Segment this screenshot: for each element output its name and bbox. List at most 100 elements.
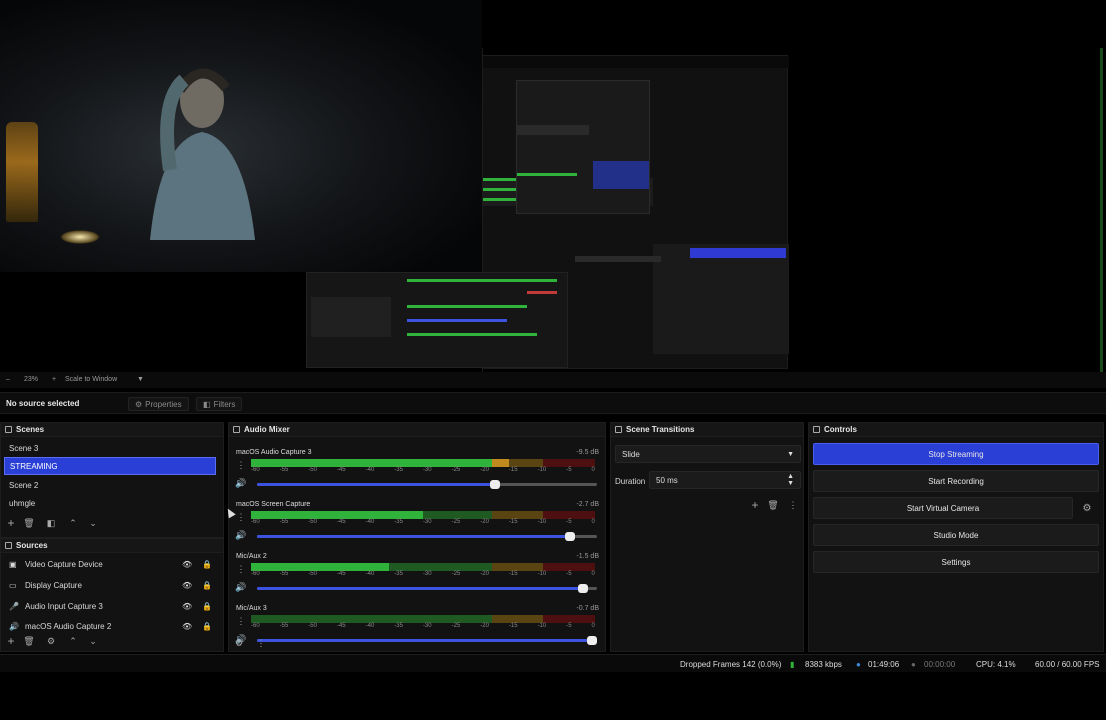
tick-label: -20 <box>480 467 489 473</box>
dropped-frames: Dropped Frames 142 (0.0%) <box>680 660 782 669</box>
channel-menu-icon[interactable]: ⋮ <box>235 563 247 575</box>
move-up-icon[interactable]: ⌃ <box>67 635 79 647</box>
volume-slider[interactable] <box>257 584 597 593</box>
mixer-channel: Mic/Aux 3 -0.7 dB ⋮ -60 -55 -50 -45 -40 -35 -30 -2… <box>235 605 599 653</box>
chevron-down-icon[interactable]: ▼ <box>137 376 144 383</box>
meter-ticks: -60 -55 -50 -45 -40 -35 -30 -25 -20 -15 -10 -5 0 <box>251 571 595 577</box>
level-meter <box>251 563 595 571</box>
scene-item[interactable]: uhmgle <box>4 494 216 512</box>
filters-button[interactable]: ◧ Filters <box>196 397 243 411</box>
properties-button[interactable]: ⚙ Properties <box>128 397 189 411</box>
scene-item[interactable]: Scene 3 <box>4 439 216 457</box>
duration-label: Duration <box>615 477 646 486</box>
volume-slider[interactable] <box>257 480 597 489</box>
stop-streaming-button[interactable]: Stop Streaming <box>813 443 1099 465</box>
eye-icon[interactable]: 👁 <box>182 622 192 631</box>
move-down-icon[interactable]: ⌄ <box>87 635 99 647</box>
channel-menu-icon[interactable]: ⋮ <box>235 511 247 523</box>
slider-knob[interactable] <box>587 636 597 645</box>
filter-scene-icon[interactable]: ◧ <box>45 517 57 529</box>
mixer-settings-icon[interactable]: ⚙ <box>233 637 245 649</box>
record-time: 00:00:00 <box>924 660 956 669</box>
slider-knob[interactable] <box>578 584 589 593</box>
audio-mixer-title: Audio Mixer <box>244 425 290 434</box>
gear-icon[interactable]: ⚙ <box>45 635 57 647</box>
signal-icon: ▮ <box>790 660 795 669</box>
scene-item[interactable]: Scene 2 <box>4 476 216 494</box>
level-meter <box>251 459 595 467</box>
stream-time: 01:49:06 <box>868 660 900 669</box>
audio-mixer-header: Audio Mixer <box>229 423 605 437</box>
person-figure <box>150 68 255 240</box>
tick-label: 0 <box>591 623 595 629</box>
meter-zone <box>251 615 492 623</box>
tick-label: -40 <box>365 467 375 473</box>
channel-menu-icon[interactable]: ⋮ <box>235 459 247 471</box>
tick-label: -50 <box>308 571 317 577</box>
meter-level <box>251 563 389 571</box>
move-up-icon[interactable]: ⌃ <box>67 517 79 529</box>
transition-menu-icon[interactable]: ⋮ <box>787 499 799 511</box>
tick-label: -35 <box>394 623 403 629</box>
tick-label: -35 <box>394 571 403 577</box>
add-source-button[interactable]: + <box>5 634 17 648</box>
webcam-feed <box>0 0 482 272</box>
tick-label: -60 <box>251 571 260 577</box>
source-toolbar: No source selected ⚙ Properties ◧ Filter… <box>0 392 1106 414</box>
transition-select[interactable]: Slide ▼ <box>615 445 801 463</box>
scale-mode-select[interactable]: Scale to Window <box>65 376 117 383</box>
meter-ticks: -60 -55 -50 -45 -40 -35 -30 -25 -20 -15 -10 -5 0 <box>251 519 595 525</box>
speaker-icon[interactable]: 🔊 <box>235 529 247 541</box>
eye-icon[interactable]: 👁 <box>182 602 192 611</box>
duration-input[interactable]: 50 ms ▲ ▼ <box>649 471 801 489</box>
add-transition-button[interactable]: + <box>749 498 761 512</box>
source-item[interactable]: ▭ Display Capture 👁 🔒 <box>4 576 218 594</box>
studio-mode-button[interactable]: Studio Mode <box>813 524 1099 546</box>
mixer-menu-icon[interactable]: ⋮ <box>255 637 267 649</box>
sources-header: Sources <box>1 539 223 553</box>
scene-item-selected[interactable]: STREAMING <box>4 457 216 475</box>
source-item[interactable]: 🔊 macOS Audio Capture 2 👁 🔒 <box>4 617 218 635</box>
channel-menu-icon[interactable]: ⋮ <box>235 615 247 627</box>
start-recording-button[interactable]: Start Recording <box>813 470 1099 492</box>
meter-zone <box>543 459 595 467</box>
trash-icon[interactable]: 🗑 <box>23 635 35 647</box>
eye-icon[interactable]: 👁 <box>182 581 192 590</box>
eye-icon[interactable]: 👁 <box>182 560 192 569</box>
gear-icon[interactable]: ⚙ <box>1081 502 1093 514</box>
tick-label: -50 <box>308 467 317 473</box>
volume-slider[interactable] <box>257 636 597 645</box>
filters-label: Filters <box>213 399 236 409</box>
move-down-icon[interactable]: ⌄ <box>87 517 99 529</box>
start-virtual-camera-button[interactable]: Start Virtual Camera <box>813 497 1073 519</box>
selection-edge <box>1100 48 1103 372</box>
volume-slider[interactable] <box>257 532 597 541</box>
tick-label: -45 <box>336 467 346 473</box>
trash-icon[interactable]: 🗑 <box>23 517 35 529</box>
lock-icon[interactable]: 🔒 <box>202 622 212 631</box>
tick-label: -10 <box>537 519 547 525</box>
settings-button[interactable]: Settings <box>813 551 1099 573</box>
tick-label: -45 <box>336 571 346 577</box>
zoom-out-button[interactable]: – <box>6 376 10 383</box>
scenes-header: Scenes <box>1 423 223 437</box>
source-item[interactable]: ▣ Video Capture Device 👁 🔒 <box>4 555 218 573</box>
slider-knob[interactable] <box>490 480 500 489</box>
status-bar: Dropped Frames 142 (0.0%) ▮ 8383 kbps ● … <box>0 654 1106 672</box>
meter-zone <box>543 615 595 623</box>
tick-label: -30 <box>422 467 432 473</box>
stepper-icon[interactable]: ▲ ▼ <box>787 473 794 487</box>
speaker-icon[interactable]: 🔊 <box>235 581 247 593</box>
trash-icon[interactable]: 🗑 <box>767 499 779 511</box>
source-item[interactable]: 🎤 Audio Input Capture 3 👁 🔒 <box>4 597 218 615</box>
tick-label: -5 <box>566 519 572 525</box>
zoom-in-button[interactable]: + <box>52 376 56 383</box>
slider-knob[interactable] <box>564 532 575 541</box>
add-scene-button[interactable]: + <box>5 516 17 530</box>
lock-icon[interactable]: 🔒 <box>202 581 212 590</box>
lock-icon[interactable]: 🔒 <box>202 602 212 611</box>
speaker-icon[interactable]: 🔊 <box>235 477 247 489</box>
transitions-icon <box>615 426 622 433</box>
preview-canvas[interactable] <box>0 0 1106 372</box>
lock-icon[interactable]: 🔒 <box>202 560 212 569</box>
